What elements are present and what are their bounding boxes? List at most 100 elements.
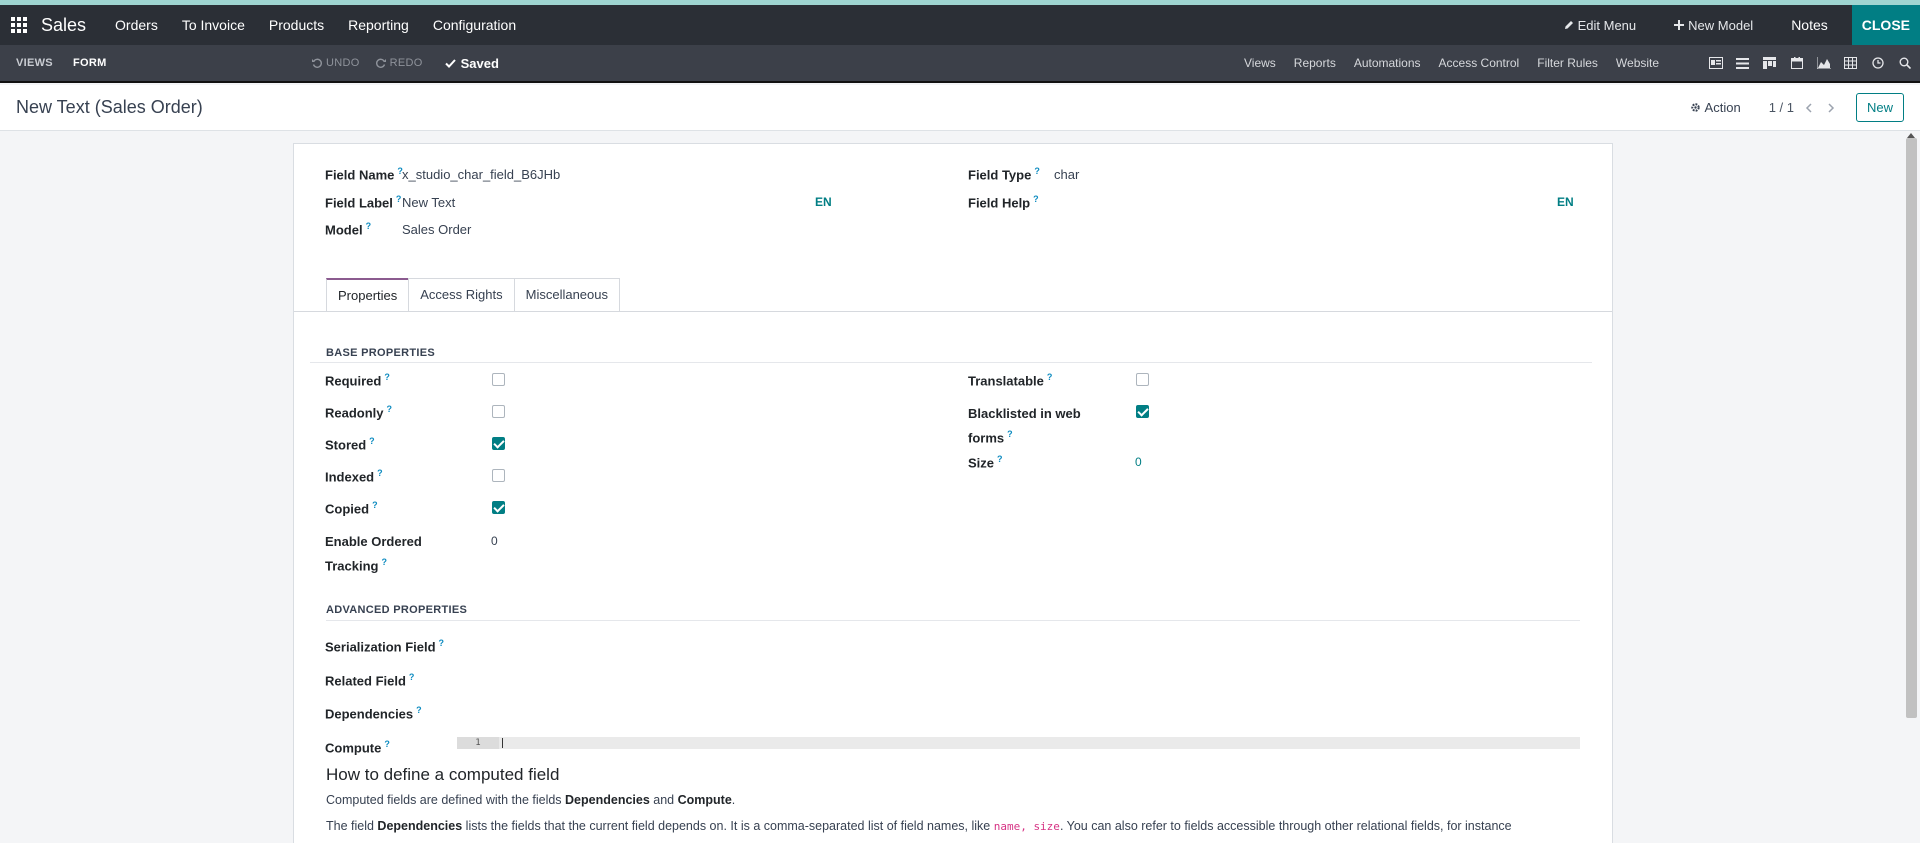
pencil-icon [1564,21,1573,29]
app-menu: Orders To Invoice Products Reporting Con… [104,17,529,33]
menu-products[interactable]: Products [269,17,324,33]
stored-checkbox[interactable] [492,437,505,450]
menu-configuration[interactable]: Configuration [433,17,516,33]
model-value: Sales Order [402,222,472,237]
undo-label: UNDO [326,57,360,69]
field-help-lang-button[interactable]: EN [1557,195,1574,209]
redo-label: REDO [389,57,423,69]
pager-value[interactable]: 1 / 1 [1769,100,1794,115]
pager-previous-icon[interactable] [1802,101,1816,115]
help-paragraph-1: Computed fields are defined with the fie… [326,793,736,807]
compute-label: Compute? [325,739,390,756]
activity-view-icon[interactable] [1870,56,1885,71]
link-views[interactable]: Views [1244,56,1276,70]
serialization-field-label: Serialization Field? [325,638,445,655]
pivot-view-icon[interactable] [1843,56,1858,71]
tab-properties[interactable]: Properties [326,278,410,312]
model-label: Model? [325,221,372,238]
advanced-properties-title: ADVANCED PROPERTIES [326,604,468,616]
size-label: Size? [968,454,1003,471]
control-panel-right: Action 1 / 1 New [1690,93,1920,122]
kanban-view-icon[interactable] [1762,56,1777,71]
vertical-scrollbar[interactable] [1906,138,1917,718]
translatable-label: Translatable? [968,372,1053,389]
redo-button[interactable]: REDO [375,57,423,69]
tab-miscellaneous[interactable]: Miscellaneous [513,278,620,312]
control-panel: New Text (Sales Order) Action 1 / 1 New [0,85,1920,131]
plus-icon [1674,20,1685,30]
menu-reporting[interactable]: Reporting [348,17,409,33]
menu-to-invoice[interactable]: To Invoice [182,17,245,33]
related-field-label: Related Field? [325,672,415,689]
field-help-label: Field Help? [968,194,1039,211]
required-label: Required? [325,372,390,389]
form-tab[interactable]: FORM [73,57,107,69]
field-name-label: Field Name? [325,166,403,183]
field-label-lang-button[interactable]: EN [815,195,832,209]
field-type-label: Field Type? [968,166,1040,183]
base-properties-title: BASE PROPERTIES [326,347,436,359]
saved-indicator: Saved [444,55,499,71]
undo-button[interactable]: UNDO [312,57,360,69]
tab-divider [294,311,1612,312]
compute-code-editor[interactable]: 1 [457,737,1580,749]
list-view-icon[interactable] [1735,56,1750,71]
base-properties-divider [310,362,1592,363]
pager-next-icon[interactable] [1824,101,1838,115]
code-cursor [502,738,503,748]
help-paragraph-2: The field Dependencies lists the fields … [326,819,1512,833]
translatable-checkbox[interactable] [1136,373,1149,386]
view-switcher [1708,56,1912,71]
check-icon [444,58,456,68]
link-automations[interactable]: Automations [1354,56,1421,70]
field-type-value: char [1054,167,1080,182]
form-tabs: Properties Access Rights Miscellaneous [326,278,620,312]
action-menu-button[interactable]: Action [1690,100,1741,115]
edit-menu-button[interactable]: Edit Menu [1564,17,1637,33]
graph-view-icon[interactable] [1816,56,1831,71]
apps-menu-icon[interactable] [11,16,29,34]
breadcrumb-title: New Text (Sales Order) [16,97,203,117]
action-label: Action [1704,100,1741,115]
gear-icon [1690,103,1700,112]
main-navbar: Sales Orders To Invoice Products Reporti… [0,5,1920,45]
form-view-icon[interactable] [1708,56,1723,71]
blacklisted-label: Blacklisted in web forms? [968,406,1081,446]
link-filter-rules[interactable]: Filter Rules [1537,56,1598,70]
saved-label: Saved [460,55,499,71]
tab-access-rights[interactable]: Access Rights [408,278,515,312]
form-view-area: Field Name? x_studio_char_field_B6JHb Fi… [0,131,1920,843]
required-checkbox[interactable] [492,373,505,386]
field-label-input[interactable]: New Text [402,195,455,210]
search-view-icon[interactable] [1897,56,1912,71]
calendar-view-icon[interactable] [1789,56,1804,71]
redo-icon [375,58,386,68]
close-studio-button[interactable]: CLOSE [1851,5,1920,45]
stored-label: Stored? [325,436,375,453]
link-website[interactable]: Website [1616,56,1659,70]
menu-orders[interactable]: Orders [115,17,158,33]
indexed-checkbox[interactable] [492,469,505,482]
readonly-checkbox[interactable] [492,405,505,418]
app-name[interactable]: Sales [41,15,86,36]
readonly-label: Readonly? [325,404,393,421]
copied-checkbox[interactable] [492,501,505,514]
help-title: How to define a computed field [326,765,560,784]
notes-button[interactable]: Notes [1791,17,1828,33]
navbar-right: Edit Menu New Model Notes CLOSE [1564,5,1920,45]
ordered-tracking-value[interactable]: 0 [491,534,498,548]
views-tab[interactable]: VIEWS [16,57,53,69]
undo-icon [312,58,322,68]
link-access-control[interactable]: Access Control [1439,56,1520,70]
size-value[interactable]: 0 [1135,455,1142,469]
link-reports[interactable]: Reports [1294,56,1336,70]
new-model-label: New Model [1688,17,1754,33]
field-name-value[interactable]: x_studio_char_field_B6JHb [402,167,560,182]
dependencies-label: Dependencies? [325,705,422,722]
new-model-button[interactable]: New Model [1674,18,1753,33]
copied-label: Copied? [325,500,378,517]
indexed-label: Indexed? [325,468,383,485]
blacklisted-checkbox[interactable] [1136,405,1149,418]
new-record-button[interactable]: New [1855,93,1904,122]
edit-menu-label: Edit Menu [1577,17,1637,33]
